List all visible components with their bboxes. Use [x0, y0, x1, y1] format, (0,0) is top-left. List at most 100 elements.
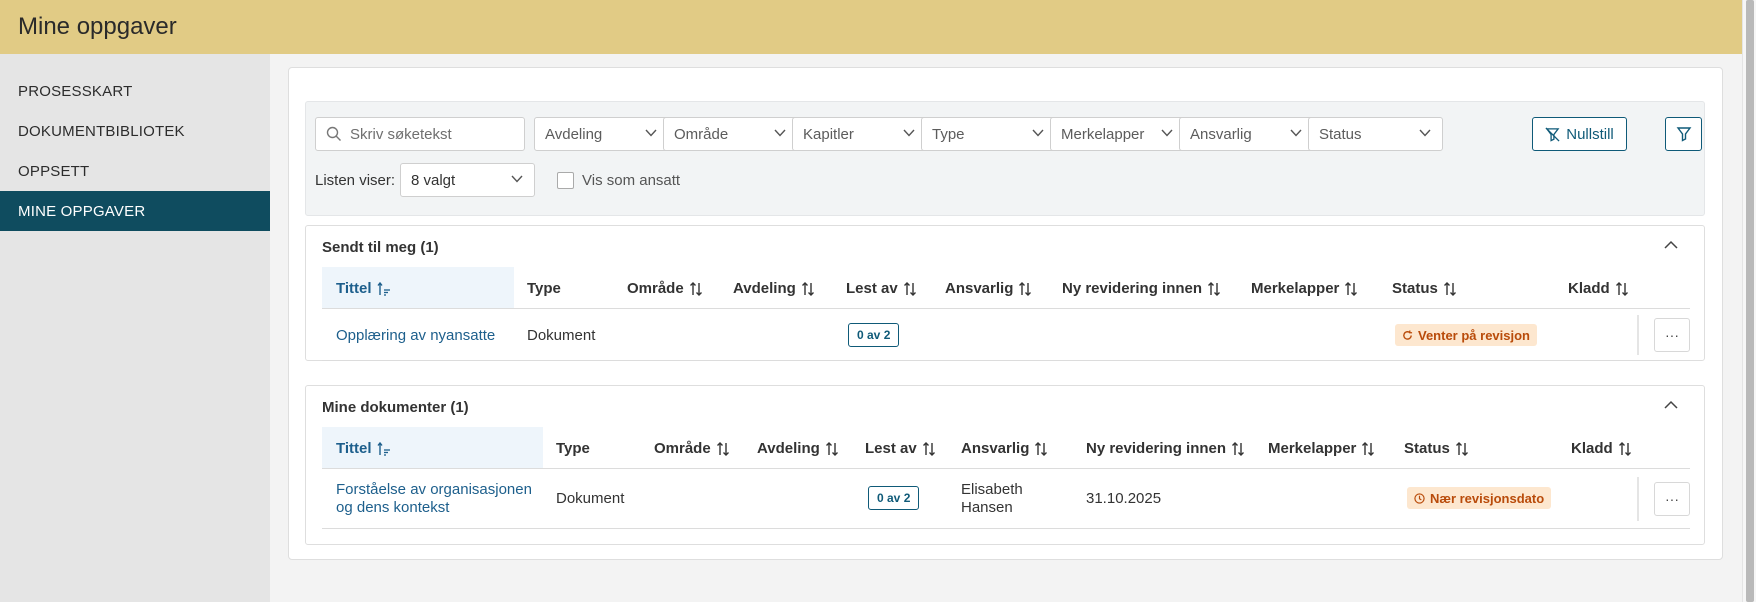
main-panel: Skriv søketekst Avdeling Område Kapitler…: [288, 67, 1723, 560]
column-header-status[interactable]: Status: [1392, 280, 1457, 297]
dropdown-label: Kapitler: [803, 125, 854, 143]
dropdown-omrade[interactable]: Område: [663, 117, 798, 151]
column-header-merkelapper[interactable]: Merkelapper: [1268, 440, 1375, 457]
cell-revision-date: 31.10.2025: [1086, 490, 1162, 507]
dropdown-label: Type: [932, 125, 965, 143]
chevron-down-icon: [1419, 129, 1431, 137]
sidebar-item-dokumentbibliotek[interactable]: DOKUMENTBIBLIOTEK: [0, 111, 270, 151]
column-label: Område: [627, 280, 684, 297]
status-badge: Nær revisjonsdato: [1407, 487, 1552, 509]
column-header-kladd[interactable]: Kladd: [1571, 440, 1632, 457]
filter-clear-icon: [1545, 126, 1560, 142]
sort-ascending-icon: [377, 441, 390, 456]
column-label: Tittel: [336, 440, 372, 457]
column-header-merkelapper[interactable]: Merkelapper: [1251, 280, 1358, 297]
column-header-ansvarlig[interactable]: Ansvarlig: [945, 280, 1032, 297]
sort-icon: [1362, 441, 1375, 456]
column-label: Lest av: [846, 280, 898, 297]
column-header-lest-av[interactable]: Lest av: [846, 280, 917, 297]
sort-icon: [801, 281, 814, 296]
column-label: Kladd: [1568, 280, 1610, 297]
table-header: Tittel Type Område Avdeling Lest av Ansv…: [322, 427, 1690, 469]
sort-icon: [689, 281, 702, 296]
cell-type: Dokument: [527, 327, 596, 344]
page-title: Mine oppgaver: [18, 13, 177, 40]
chevron-up-icon[interactable]: [1664, 400, 1678, 410]
filter-icon: [1676, 127, 1691, 142]
status-label: Nær revisjonsdato: [1430, 490, 1545, 506]
reset-filters-button[interactable]: Nullstill: [1532, 117, 1627, 151]
document-title-link[interactable]: Opplæring av nyansatte: [336, 327, 495, 344]
dropdown-ansvarlig[interactable]: Ansvarlig: [1179, 117, 1314, 151]
top-bar: Mine oppgaver: [0, 0, 1742, 54]
column-header-avdeling[interactable]: Avdeling: [757, 440, 839, 457]
section-title: Mine dokumenter (1): [322, 399, 469, 416]
column-header-ny-revidering[interactable]: Ny revidering innen: [1086, 440, 1245, 457]
refresh-icon: [1403, 329, 1413, 340]
read-by-badge[interactable]: 0 av 2: [868, 486, 920, 510]
list-shows-dropdown[interactable]: 8 valgt: [400, 163, 535, 197]
clock-warning-icon: [1414, 492, 1425, 504]
sort-icon: [1443, 281, 1456, 296]
dropdown-type[interactable]: Type: [921, 117, 1056, 151]
column-divider: [1637, 315, 1639, 355]
chevron-down-icon: [511, 175, 523, 183]
chevron-down-icon: [1032, 129, 1044, 137]
search-input[interactable]: Skriv søketekst: [315, 117, 525, 151]
column-label: Status: [1404, 440, 1450, 457]
sidebar-item-label: DOKUMENTBIBLIOTEK: [18, 122, 185, 140]
column-header-ansvarlig[interactable]: Ansvarlig: [961, 440, 1048, 457]
chevron-down-icon: [645, 129, 657, 137]
filter-bar: Skriv søketekst Avdeling Område Kapitler…: [305, 101, 1705, 216]
column-divider: [1637, 477, 1639, 521]
column-header-lest-av[interactable]: Lest av: [865, 440, 936, 457]
column-header-omrade[interactable]: Område: [654, 440, 730, 457]
column-header-tittel[interactable]: Tittel: [336, 440, 391, 457]
scrollbar-thumb[interactable]: [1746, 0, 1754, 602]
sort-icon: [1455, 441, 1468, 456]
column-label: Ansvarlig: [945, 280, 1014, 297]
read-by-badge[interactable]: 0 av 2: [848, 323, 900, 347]
sidebar-item-oppsett[interactable]: OPPSETT: [0, 151, 270, 191]
column-label: Lest av: [865, 440, 917, 457]
sidebar-item-label: PROSESSKART: [18, 82, 133, 100]
more-actions-button[interactable]: ···: [1654, 318, 1690, 352]
column-label: Status: [1392, 280, 1438, 297]
show-as-employee-checkbox[interactable]: Vis som ansatt: [557, 172, 680, 189]
page-scrollbar[interactable]: [1742, 0, 1756, 602]
sidebar-item-prosesskart[interactable]: PROSESSKART: [0, 71, 270, 111]
dropdown-status[interactable]: Status: [1308, 117, 1443, 151]
column-label: Merkelapper: [1268, 440, 1357, 457]
search-icon: [326, 126, 341, 141]
column-header-type: Type: [556, 440, 590, 457]
cell-type: Dokument: [556, 490, 625, 507]
checkbox-box[interactable]: [557, 172, 574, 189]
sidebar: PROSESSKART DOKUMENTBIBLIOTEK OPPSETT MI…: [0, 54, 270, 602]
column-header-ny-revidering[interactable]: Ny revidering innen: [1062, 280, 1221, 297]
dropdown-kapitler[interactable]: Kapitler: [792, 117, 927, 151]
chevron-up-icon[interactable]: [1664, 240, 1678, 250]
column-label: Avdeling: [733, 280, 796, 297]
table-row: Forståelse av organisasjonen og dens kon…: [322, 469, 1690, 529]
document-title-link[interactable]: Forståelse av organisasjonen og dens kon…: [336, 481, 536, 517]
table-row: Opplæring av nyansatte Dokument 0 av 2 V…: [322, 309, 1690, 361]
more-actions-button[interactable]: ···: [1654, 482, 1690, 516]
column-header-tittel[interactable]: Tittel: [336, 280, 391, 297]
column-label: Avdeling: [757, 440, 820, 457]
column-label: Ansvarlig: [961, 440, 1030, 457]
column-header-omrade[interactable]: Område: [627, 280, 703, 297]
column-label: Område: [654, 440, 711, 457]
dropdown-merkelapper[interactable]: Merkelapper: [1050, 117, 1185, 151]
filter-toggle-button[interactable]: [1665, 117, 1702, 151]
dropdown-label: Område: [674, 125, 729, 143]
sidebar-item-mine-oppgaver[interactable]: MINE OPPGAVER: [0, 191, 270, 231]
column-label: Type: [556, 440, 590, 457]
sort-icon: [922, 441, 935, 456]
column-header-status[interactable]: Status: [1404, 440, 1469, 457]
dropdown-avdeling[interactable]: Avdeling: [534, 117, 669, 151]
column-header-avdeling[interactable]: Avdeling: [733, 280, 815, 297]
checkbox-label: Vis som ansatt: [582, 172, 681, 189]
column-label: Tittel: [336, 280, 372, 297]
column-header-kladd[interactable]: Kladd: [1568, 280, 1629, 297]
dropdown-label: Ansvarlig: [1190, 125, 1252, 143]
